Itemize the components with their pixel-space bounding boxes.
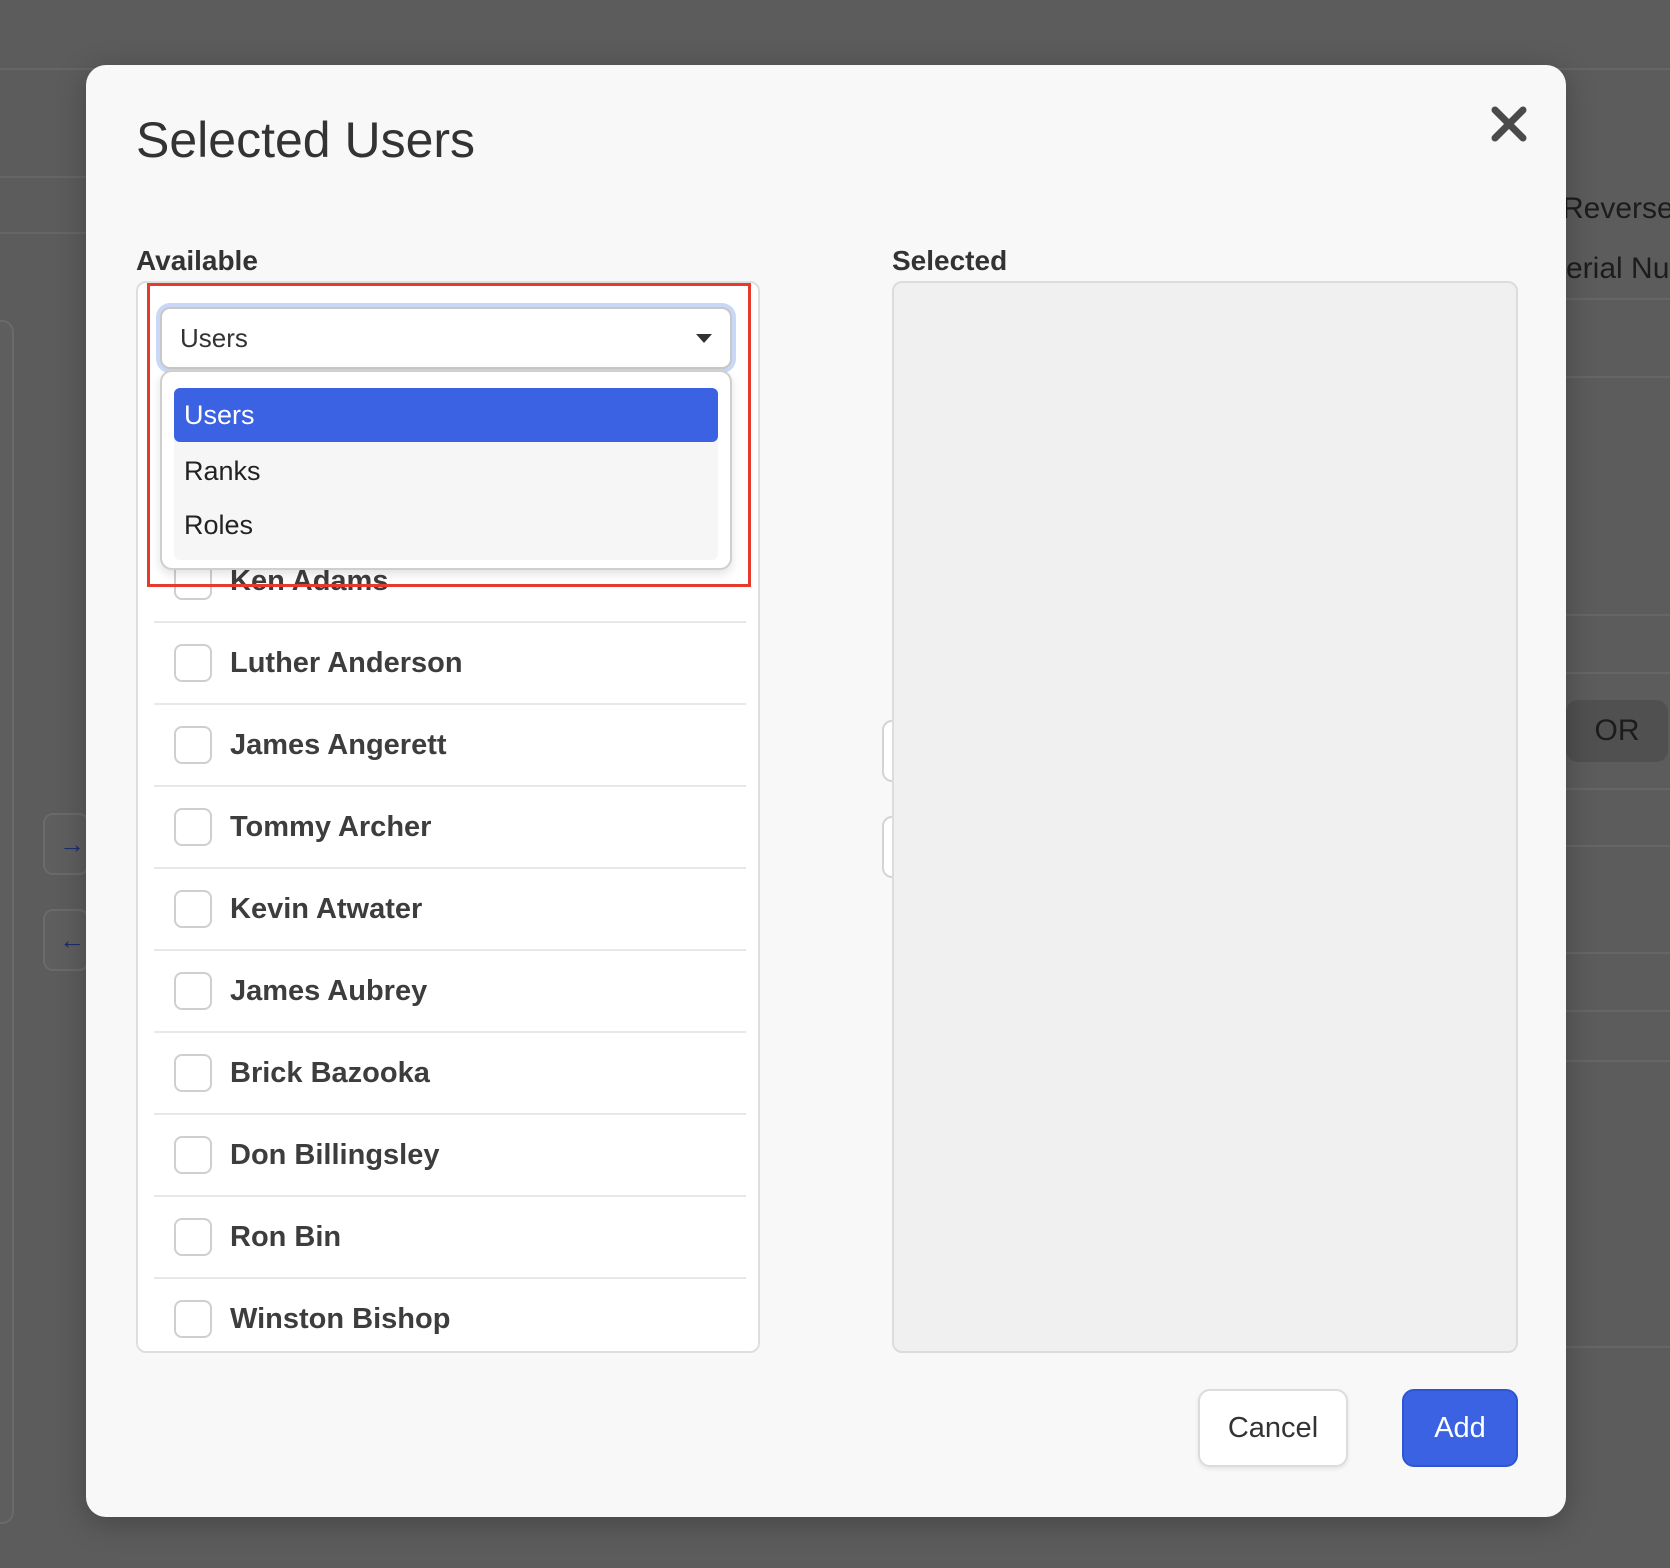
user-row-don-billingsley[interactable]: Don Billingsley: [154, 1115, 746, 1197]
dropdown-option-users[interactable]: Users: [174, 388, 718, 442]
bg-divider: [1566, 788, 1670, 790]
user-checkbox[interactable]: [174, 726, 212, 764]
user-checkbox[interactable]: [174, 1218, 212, 1256]
user-name: Luther Anderson: [230, 646, 463, 679]
user-row-winston-bishop[interactable]: Winston Bishop: [154, 1279, 746, 1351]
bg-arrow-right-icon: →: [43, 813, 89, 875]
bg-divider: [0, 176, 90, 178]
bg-divider: [1566, 1060, 1670, 1062]
select-value: Users: [180, 322, 248, 353]
user-checkbox[interactable]: [174, 1136, 212, 1174]
cancel-button[interactable]: Cancel: [1198, 1389, 1348, 1467]
bg-partial-text: erial Nu: [1566, 252, 1670, 285]
type-select[interactable]: Users: [160, 307, 732, 369]
type-dropdown-menu: Users Ranks Roles: [160, 370, 732, 570]
bg-divider: [1566, 376, 1670, 378]
user-checkbox[interactable]: [174, 1300, 212, 1338]
bg-divider: [1566, 614, 1670, 616]
bg-arrow-left-icon: ←: [43, 909, 89, 971]
bg-pill: OR: [1566, 700, 1668, 762]
bg-panel: [0, 320, 14, 1524]
user-checkbox[interactable]: [174, 890, 212, 928]
selected-label: Selected: [892, 245, 1008, 276]
user-checkbox[interactable]: [174, 808, 212, 846]
close-button[interactable]: [1484, 99, 1534, 149]
bg-divider: [1566, 1346, 1670, 1348]
user-name: Don Billingsley: [230, 1138, 440, 1171]
user-name: Tommy Archer: [230, 810, 432, 843]
user-row-kevin-atwater[interactable]: Kevin Atwater: [154, 869, 746, 951]
available-label: Available: [136, 245, 258, 276]
modal-title: Selected Users: [136, 112, 476, 168]
user-checkbox[interactable]: [174, 972, 212, 1010]
selected-users-modal: Selected Users Available Selected Ken Ad…: [86, 65, 1566, 1517]
close-icon: [1491, 106, 1527, 142]
bg-divider: [1566, 672, 1670, 674]
user-name: Brick Bazooka: [230, 1056, 430, 1089]
dropdown-option-ranks[interactable]: Ranks: [174, 444, 718, 498]
user-row-james-angerett[interactable]: James Angerett: [154, 705, 746, 787]
caret-down-icon: [696, 334, 712, 343]
bg-divider: [1566, 298, 1670, 300]
user-checkbox[interactable]: [174, 644, 212, 682]
user-name: Winston Bishop: [230, 1302, 451, 1335]
user-name: Ron Bin: [230, 1220, 342, 1253]
user-row-tommy-archer[interactable]: Tommy Archer: [154, 787, 746, 869]
bg-partial-text: Reversed: [1562, 192, 1670, 225]
user-row-brick-bazooka[interactable]: Brick Bazooka: [154, 1033, 746, 1115]
user-name: James Aubrey: [230, 974, 428, 1007]
user-name: James Angerett: [230, 728, 447, 761]
user-checkbox[interactable]: [174, 1054, 212, 1092]
bg-divider: [0, 232, 90, 234]
bg-divider: [1566, 1010, 1670, 1012]
add-button[interactable]: Add: [1402, 1389, 1518, 1467]
user-name: Kevin Atwater: [230, 892, 423, 925]
user-row-ron-bin[interactable]: Ron Bin: [154, 1197, 746, 1279]
user-row-luther-anderson[interactable]: Luther Anderson: [154, 623, 746, 705]
selected-list-panel[interactable]: [892, 281, 1518, 1353]
user-row-james-aubrey[interactable]: James Aubrey: [154, 951, 746, 1033]
bg-divider: [1566, 845, 1670, 847]
dropdown-option-roles[interactable]: Roles: [174, 498, 718, 552]
bg-divider: [1566, 952, 1670, 954]
